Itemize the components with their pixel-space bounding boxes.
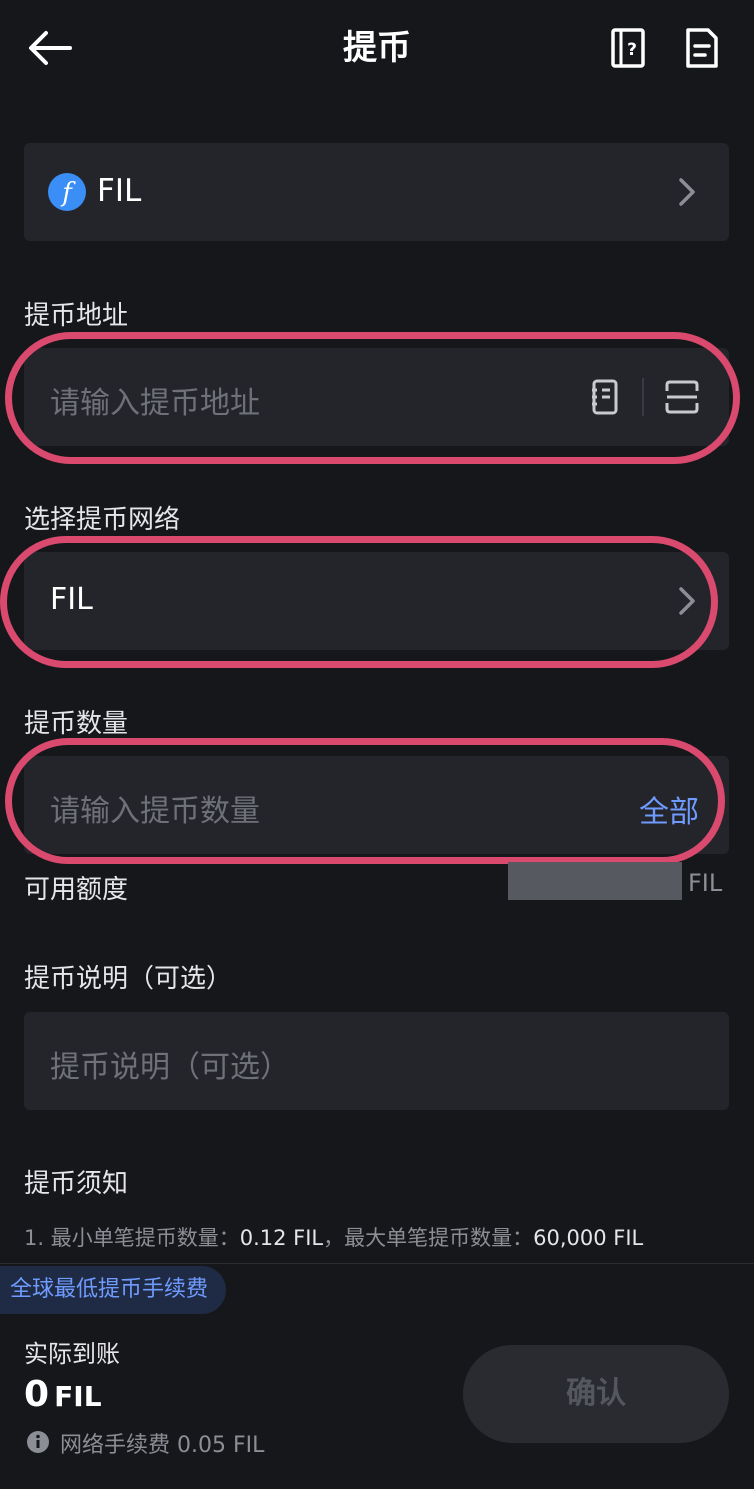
- received-unit: FIL: [54, 1380, 102, 1413]
- help-button[interactable]: ?: [606, 24, 650, 72]
- divider: [642, 378, 644, 416]
- available-unit: FIL: [688, 869, 723, 897]
- amount-label: 提币数量: [24, 709, 129, 739]
- filecoin-icon: f: [48, 173, 86, 211]
- notice-line: 1. 最小单笔提币数量：0.12 FIL，最大单笔提币数量：60,000 FIL: [24, 1226, 644, 1250]
- fee-text: 网络手续费 0.05 FIL: [60, 1433, 265, 1458]
- svg-text:?: ?: [627, 40, 637, 60]
- received-amount: 0: [24, 1374, 50, 1415]
- coin-symbol: FIL: [97, 173, 142, 209]
- info-icon: [27, 1431, 49, 1453]
- chevron-right-icon: [674, 172, 700, 212]
- chevron-right-icon: [674, 581, 700, 621]
- all-button[interactable]: 全部: [639, 787, 699, 831]
- memo-label: 提币说明（可选）: [24, 964, 233, 994]
- address-label: 提币地址: [24, 301, 129, 331]
- memo-field[interactable]: 提币说明（可选）: [24, 1012, 729, 1110]
- network-label: 选择提币网络: [24, 505, 181, 535]
- address-book-icon[interactable]: [590, 378, 620, 416]
- memo-input[interactable]: 提币说明（可选）: [50, 1042, 290, 1086]
- coin-selector[interactable]: f FIL: [24, 143, 729, 241]
- address-input[interactable]: 请输入提币地址: [50, 378, 260, 422]
- redacted-balance: [508, 862, 682, 900]
- scan-icon[interactable]: [664, 379, 700, 415]
- record-icon: [686, 28, 718, 68]
- network-value: FIL: [50, 582, 93, 617]
- amount-field[interactable]: 请输入提币数量 全部: [24, 756, 729, 854]
- record-button[interactable]: [680, 24, 724, 72]
- confirm-button[interactable]: 确认: [463, 1345, 729, 1443]
- promo-badge: 全球最低提币手续费: [0, 1266, 227, 1314]
- amount-input[interactable]: 请输入提币数量: [50, 786, 260, 830]
- network-selector[interactable]: FIL: [24, 552, 729, 650]
- received-amount-row: 0 FIL: [24, 1374, 102, 1415]
- received-label: 实际到账: [24, 1340, 120, 1368]
- notice-title: 提币须知: [24, 1169, 129, 1199]
- help-book-icon: ?: [611, 28, 645, 68]
- address-field[interactable]: 请输入提币地址: [24, 348, 729, 446]
- available-label: 可用额度: [24, 875, 129, 905]
